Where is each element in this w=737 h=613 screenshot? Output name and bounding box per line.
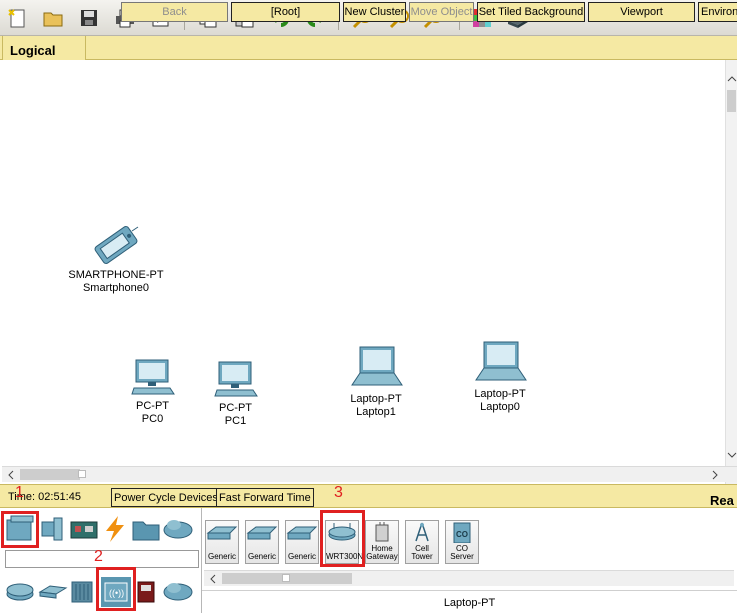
firewall-icon	[137, 581, 155, 603]
cloud-icon	[163, 583, 193, 601]
logical-tab-label: Logical	[10, 43, 56, 58]
back-button[interactable]: Back	[121, 2, 228, 22]
horizontal-scroll-thumb[interactable]	[20, 469, 80, 480]
device-name-label: Laptop0	[480, 401, 520, 413]
device-smartphone0[interactable]: SMARTPHONE-PT Smartphone0	[62, 225, 170, 295]
device-name-label: PC0	[141, 413, 164, 425]
device-tile-generic-1[interactable]: Generic	[205, 520, 239, 564]
scroll-left-icon[interactable]	[6, 470, 16, 480]
device-pc0[interactable]: PC-PT PC0	[125, 358, 180, 426]
device-tile-label: Generic	[207, 552, 236, 561]
components-category[interactable]	[69, 514, 99, 544]
realtime-tab-label[interactable]: Rea	[710, 493, 734, 508]
highlight-box-2	[96, 567, 136, 611]
device-type-label: PC-PT	[136, 400, 169, 412]
device-laptop0[interactable]: Laptop-PT Laptop0	[467, 340, 533, 414]
realtime-status-bar: Time: 02:51:45 Power Cycle Devices Fast …	[0, 484, 737, 508]
laptop-icon	[475, 341, 527, 381]
routers-subcategory[interactable]	[5, 578, 35, 604]
device-tile-generic-3[interactable]: Generic	[285, 520, 319, 564]
vertical-scroll-thumb[interactable]	[727, 90, 736, 112]
end-devices-category[interactable]	[38, 514, 68, 544]
move-object-button[interactable]: Move Object	[409, 2, 474, 22]
svg-text:CO: CO	[456, 530, 468, 539]
new-cluster-button[interactable]: New Cluster	[343, 2, 406, 22]
cell-tower-icon	[415, 522, 429, 542]
horizontal-scrollbar[interactable]	[2, 466, 737, 482]
device-type-label: SMARTPHONE-PT	[68, 269, 164, 281]
device-tile-generic-2[interactable]: Generic	[245, 520, 279, 564]
cloud-icon	[163, 520, 193, 539]
device-name-label: PC1	[224, 415, 247, 427]
smartphone-icon	[94, 226, 139, 264]
misc-category[interactable]	[131, 514, 161, 544]
multiuser-category[interactable]	[162, 514, 194, 544]
highlight-box-3	[320, 510, 365, 567]
device-type-label: Laptop-PT	[474, 388, 526, 400]
router-icon	[6, 583, 34, 601]
switches-subcategory[interactable]	[38, 578, 68, 604]
device-type-label: PC-PT	[219, 402, 252, 414]
power-cycle-button[interactable]: Power Cycle Devices	[111, 488, 221, 507]
scroll-right-icon[interactable]	[710, 470, 720, 480]
device-pc1[interactable]: PC-PT PC1	[208, 360, 263, 428]
scroll-grip	[78, 470, 86, 478]
viewport-button[interactable]: Viewport	[588, 2, 695, 22]
vertical-scrollbar[interactable]	[725, 60, 737, 484]
device-name-label: Laptop1	[356, 406, 396, 418]
scroll-down-icon[interactable]	[727, 450, 737, 460]
access-point-icon	[246, 526, 278, 540]
security-subcategory[interactable]	[135, 580, 157, 604]
set-tiled-background-button[interactable]: Set Tiled Background	[477, 2, 585, 22]
laptop-icon	[351, 346, 403, 386]
logical-workspace-bar	[0, 36, 737, 60]
access-point-icon	[206, 526, 238, 540]
switch-icon	[38, 585, 68, 599]
device-list-scrollbar[interactable]	[204, 570, 734, 586]
environment-button[interactable]: Environ	[698, 2, 737, 22]
component-category-icon	[70, 521, 98, 539]
server-icon: CO	[453, 522, 471, 544]
access-point-icon	[286, 526, 318, 540]
device-tile-home-gateway[interactable]: Home Gateway	[365, 520, 399, 564]
scroll-grip	[282, 574, 290, 582]
device-tile-label: CO Server	[450, 544, 474, 561]
pc-icon	[213, 361, 258, 397]
annotation-number-1: 1	[15, 484, 24, 501]
highlight-box-1	[1, 511, 39, 548]
connections-category[interactable]	[100, 514, 130, 544]
root-button[interactable]: [Root]	[231, 2, 340, 22]
scroll-up-icon[interactable]	[727, 74, 737, 84]
device-tile-co-server[interactable]: CO CO Server	[445, 520, 479, 564]
save-icon[interactable]	[76, 5, 102, 31]
open-folder-icon[interactable]	[40, 5, 66, 31]
device-type-label: Laptop-PT	[350, 393, 402, 405]
annotation-number-3: 3	[334, 484, 343, 501]
annotation-number-2: 2	[94, 548, 103, 565]
lightning-icon	[106, 516, 124, 542]
device-category-panel: ((•)) 2	[0, 508, 202, 613]
device-tile-cell-tower[interactable]: Cell Tower	[405, 520, 439, 564]
wan-emulation-subcategory[interactable]	[162, 578, 194, 604]
scroll-left-icon[interactable]	[208, 574, 218, 584]
device-tile-label: Cell Tower	[411, 544, 433, 561]
device-tile-label: Home Gateway	[366, 544, 398, 561]
fast-forward-button[interactable]: Fast Forward Time	[216, 488, 314, 507]
pc-icon	[130, 359, 175, 395]
home-gateway-icon	[375, 522, 389, 542]
end-device-category-icon	[41, 517, 63, 541]
device-list-panel: Generic Generic Generic WRT300N Home Gat…	[202, 508, 737, 613]
device-laptop1[interactable]: Laptop-PT Laptop1	[343, 345, 409, 419]
new-file-icon[interactable]	[4, 5, 30, 31]
device-tile-label: Generic	[287, 552, 316, 561]
hubs-subcategory[interactable]	[69, 578, 95, 604]
hub-icon	[71, 581, 93, 603]
selected-device-label: Laptop-PT	[202, 590, 737, 613]
device-tile-label: Generic	[247, 552, 276, 561]
folder-icon	[132, 521, 160, 541]
device-name-label: Smartphone0	[82, 282, 150, 294]
